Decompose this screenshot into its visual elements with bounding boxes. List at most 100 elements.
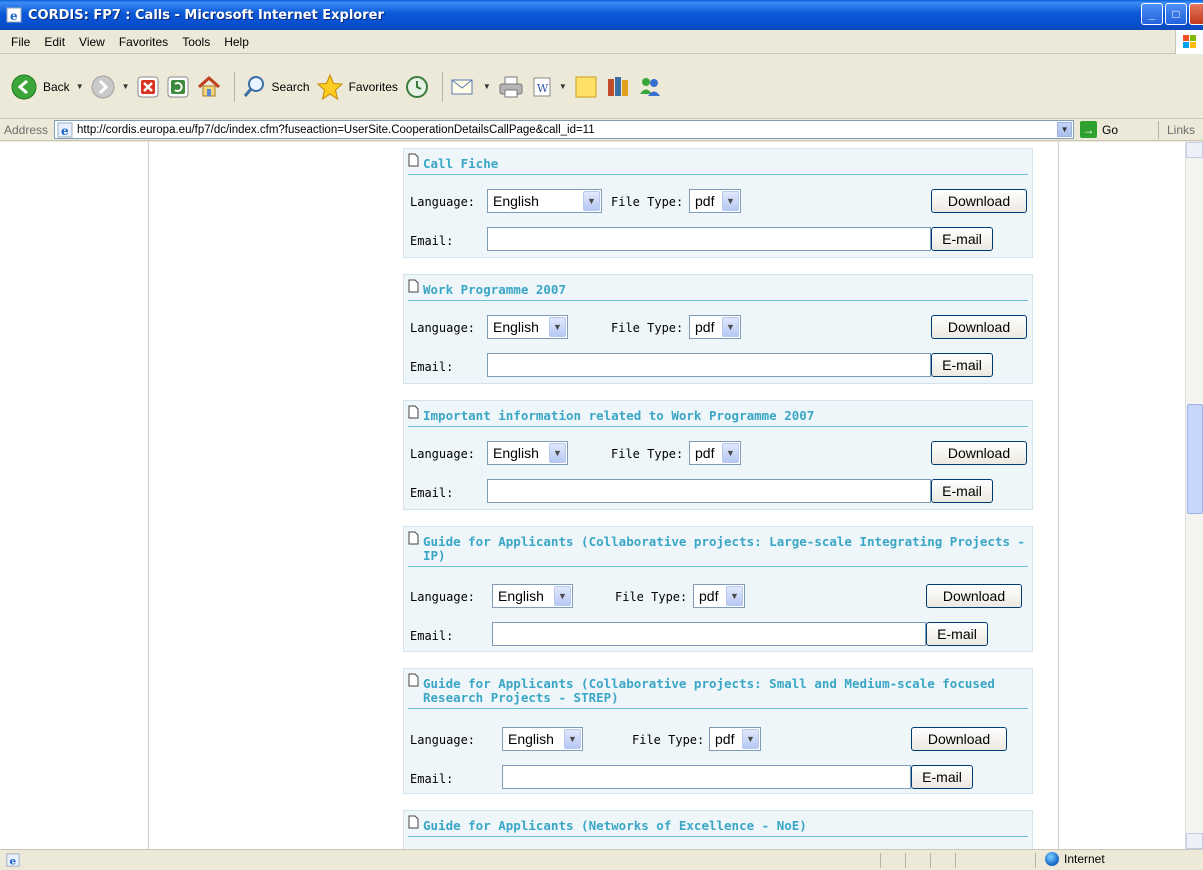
section-header: Guide for Applicants (Collaborative proj… [408,673,1028,709]
chevron-down-icon: ▼ [726,586,743,606]
menu-tools[interactable]: Tools [175,35,217,49]
left-column-border [148,142,149,849]
close-button[interactable] [1189,3,1203,25]
chevron-down-icon: ▼ [564,729,581,749]
email-button[interactable]: E-mail [931,227,993,251]
address-field[interactable]: e http://cordis.europa.eu/fp7/dc/index.c… [54,120,1075,139]
email-input[interactable] [502,765,911,789]
address-dropdown-icon[interactable]: ▼ [1057,122,1073,137]
status-divider [955,853,956,868]
history-icon [405,75,428,98]
section-title[interactable]: Guide for Applicants (Collaborative proj… [423,531,1028,563]
menu-help[interactable]: Help [217,35,256,49]
address-url[interactable]: http://cordis.europa.eu/fp7/dc/index.cfm… [77,124,595,136]
svg-text:e: e [10,855,17,867]
mail-icon [451,79,473,94]
file-type-select[interactable]: pdf ▼ [689,189,741,213]
email-button[interactable]: E-mail [926,622,988,646]
status-divider [1035,853,1036,868]
back-button[interactable]: Back ▼ [10,73,84,101]
document-icon [408,405,419,419]
scroll-up-button[interactable] [1186,142,1203,158]
refresh-button[interactable] [166,75,190,99]
messenger-button[interactable] [637,74,663,100]
document-icon [408,815,419,829]
edit-dropdown-icon[interactable]: ▼ [559,82,567,91]
favorites-star-icon [316,73,343,100]
email-button[interactable]: E-mail [931,479,993,503]
menu-bar: File Edit View Favorites Tools Help [0,30,1203,54]
email-input[interactable] [487,479,931,503]
language-select[interactable]: English ▼ [487,189,602,213]
favorites-button[interactable]: Favorites [316,73,398,101]
toolbar-separator [441,71,443,102]
email-label: Email: [410,772,454,786]
language-select[interactable]: English ▼ [487,315,568,339]
mail-button[interactable]: ▼ [449,74,491,100]
section-header: Guide for Applicants (Networks of Excell… [408,815,1028,837]
file-type-select[interactable]: pdf ▼ [709,727,761,751]
edit-button[interactable]: W ▼ [531,75,567,99]
go-button[interactable]: → Go [1080,121,1118,138]
document-icon [408,279,419,293]
email-input[interactable] [492,622,926,646]
forward-dropdown-icon[interactable]: ▼ [122,82,130,91]
menu-favorites[interactable]: Favorites [112,35,175,49]
research-button[interactable] [605,74,631,100]
language-label: Language: [410,447,476,461]
email-label: Email: [410,234,454,248]
search-button[interactable]: Search [241,74,310,100]
file-type-select[interactable]: pdf ▼ [693,584,745,608]
document-section: Guide for Applicants (Networks of Excell… [403,810,1033,849]
sticky-note-icon [575,76,597,97]
section-title[interactable]: Important information related to Work Pr… [423,405,814,423]
file-type-select[interactable]: pdf ▼ [689,441,741,465]
language-label: Language: [410,321,476,335]
chevron-down-icon: ▼ [722,443,739,463]
menu-file[interactable]: File [4,35,37,49]
go-arrow-icon: → [1080,121,1098,138]
forward-button[interactable]: ▼ [90,74,130,100]
email-button[interactable]: E-mail [911,765,973,789]
scrollbar-thumb[interactable] [1187,404,1203,514]
download-button[interactable]: Download [926,584,1022,608]
email-input[interactable] [487,227,931,251]
email-button[interactable]: E-mail [931,353,993,377]
section-header: Guide for Applicants (Collaborative proj… [408,531,1028,567]
links-toolbar[interactable]: Links [1167,123,1195,137]
history-button[interactable] [404,74,430,100]
file-type-label: File Type: [615,590,688,604]
chevron-down-icon: ▼ [722,317,739,337]
email-input[interactable] [487,353,931,377]
document-section: Work Programme 2007 Language: English ▼ … [403,274,1033,384]
file-type-select[interactable]: pdf ▼ [689,315,741,339]
stop-button[interactable] [136,75,160,99]
language-select[interactable]: English ▼ [502,727,583,751]
menu-edit[interactable]: Edit [37,35,72,49]
chevron-down-icon: ▼ [583,191,600,211]
section-title[interactable]: Work Programme 2007 [423,279,566,297]
download-button[interactable]: Download [931,189,1027,213]
back-dropdown-icon[interactable]: ▼ [76,82,84,91]
section-title[interactable]: Guide for Applicants (Collaborative proj… [423,673,1028,705]
email-label: Email: [410,629,454,643]
maximize-button[interactable]: □ [1165,3,1187,25]
vertical-scrollbar[interactable] [1185,142,1203,849]
research-books-icon [607,76,628,96]
section-title[interactable]: Call Fiche [423,153,498,171]
mail-dropdown-icon[interactable]: ▼ [483,82,491,91]
download-button[interactable]: Download [931,315,1027,339]
minimize-button[interactable]: _ [1141,3,1163,25]
discuss-button[interactable] [573,74,599,100]
home-button[interactable] [196,74,222,100]
section-title[interactable]: Guide for Applicants (Networks of Excell… [423,815,807,833]
print-button[interactable] [497,74,525,100]
download-button[interactable]: Download [911,727,1007,751]
section-header: Important information related to Work Pr… [408,405,1028,427]
download-button[interactable]: Download [931,441,1027,465]
file-type-label: File Type: [611,447,684,461]
language-select[interactable]: English ▼ [492,584,573,608]
language-select[interactable]: English ▼ [487,441,568,465]
menu-view[interactable]: View [72,35,112,49]
scroll-down-button[interactable] [1186,833,1203,849]
